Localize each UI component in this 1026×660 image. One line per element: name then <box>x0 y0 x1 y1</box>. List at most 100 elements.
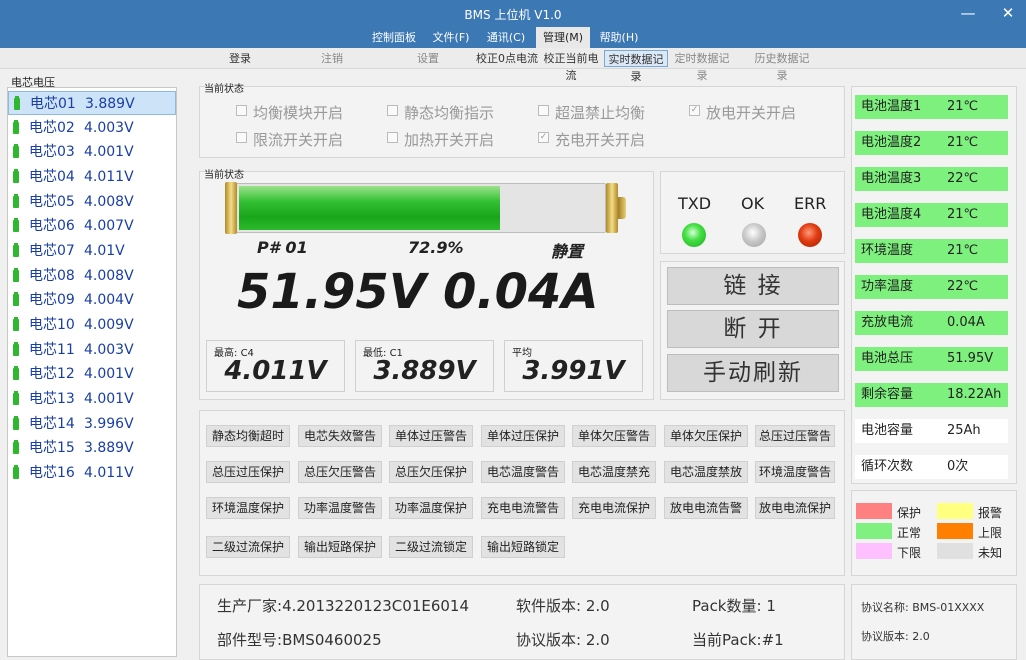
alarm-indicator: 总压过压警告 <box>755 425 835 447</box>
battery-icon <box>13 268 19 282</box>
soc-value: 72.9% <box>408 238 464 257</box>
min-cell-box: 最低: C1 3.889V <box>355 340 494 392</box>
battery-icon <box>13 416 19 430</box>
alarm-indicator: 充电电流警告 <box>481 497 565 519</box>
txd-led-icon <box>682 223 706 247</box>
list-item[interactable]: 电芯07 4.01V <box>8 239 176 263</box>
list-item[interactable]: 电芯13 4.001V <box>8 387 176 411</box>
cell-voltage: 4.01V <box>84 243 125 259</box>
reading-row: 电池容量 25Ah <box>855 419 1008 443</box>
reading-label: 充放电流 <box>861 315 914 330</box>
pack-count-info: Pack数量: 1 <box>692 597 776 615</box>
protocol-group <box>851 584 1017 660</box>
list-item[interactable]: 电芯14 3.996V <box>8 412 176 436</box>
list-item[interactable]: 电芯09 4.004V <box>8 288 176 312</box>
battery-icon <box>13 342 19 356</box>
alarm-indicator: 充电电流保护 <box>572 497 656 519</box>
history-record-button[interactable]: 历史数据记录 <box>750 50 814 82</box>
cell-voltage-list[interactable]: 电芯01 3.889V 电芯02 4.003V 电芯03 4.001V 电芯04 4.0… <box>7 87 177 657</box>
list-item[interactable]: 电芯01 3.889V <box>8 91 176 115</box>
alarm-indicator: 电芯温度禁充 <box>572 461 656 483</box>
max-cell-value: 4.011V <box>224 356 327 386</box>
alarm-indicator: 总压欠压保护 <box>389 461 473 483</box>
reading-row: 电池总压 51.95V <box>855 347 1008 371</box>
cell-name: 电芯01 <box>30 96 76 112</box>
alarm-indicator: 输出短路保护 <box>298 536 382 558</box>
list-item[interactable]: 电芯03 4.001V <box>8 140 176 164</box>
alarm-indicator: 放电电流告警 <box>664 497 748 519</box>
zero-current-calibrate-button[interactable]: 校正0点电流 <box>475 50 539 67</box>
menu-manage[interactable]: 管理(M) <box>536 27 590 48</box>
battery-cap-left <box>225 182 237 234</box>
reading-value: 21℃ <box>947 207 979 222</box>
alarm-indicator: 电芯失效警告 <box>298 425 382 447</box>
list-item[interactable]: 电芯15 3.889V <box>8 436 176 460</box>
cell-voltage: 4.008V <box>84 194 134 210</box>
alarm-indicator: 二级过流保护 <box>206 536 290 558</box>
list-item[interactable]: 电芯12 4.001V <box>8 362 176 386</box>
connect-button[interactable]: 链 接 <box>667 267 839 305</box>
login-button[interactable]: 登录 <box>218 50 262 67</box>
reading-row: 电池温度3 22℃ <box>855 167 1008 191</box>
legend-swatch <box>856 543 892 559</box>
battery-icon <box>13 317 19 331</box>
logout-button[interactable]: 注销 <box>310 50 354 67</box>
settings-button[interactable]: 设置 <box>406 50 450 67</box>
reading-label: 电池温度1 <box>861 99 922 114</box>
battery-icon <box>13 169 19 183</box>
realtime-record-button[interactable]: 实时数据记录 <box>604 50 668 83</box>
menu-control-panel[interactable]: 控制面板 <box>365 27 423 48</box>
reading-value: 0.04A <box>947 315 985 330</box>
reading-label: 剩余容量 <box>861 387 914 402</box>
current-calibrate-button[interactable]: 校正当前电流 <box>539 50 603 82</box>
list-item[interactable]: 电芯08 4.008V <box>8 264 176 288</box>
manual-refresh-button[interactable]: 手动刷新 <box>667 354 839 392</box>
checkbox-label: 超温禁止均衡 <box>555 104 646 122</box>
reading-value: 25Ah <box>947 423 981 438</box>
reading-row: 功率温度 22℃ <box>855 275 1008 299</box>
reading-value: 18.22Ah <box>947 387 1002 402</box>
cell-name: 电芯04 <box>29 169 75 185</box>
pack-status-label: 当前状态 <box>204 170 244 181</box>
menu-comm[interactable]: 通讯(C) <box>482 27 530 48</box>
protocol-version: 协议版本: 2.0 <box>861 630 930 643</box>
menu-help[interactable]: 帮助(H) <box>594 27 644 48</box>
disconnect-button[interactable]: 断 开 <box>667 310 839 348</box>
battery-icon <box>13 218 19 232</box>
cell-name: 电芯05 <box>29 194 75 210</box>
list-item[interactable]: 电芯02 4.003V <box>8 116 176 140</box>
toolbar: 登录 注销 设置 校正0点电流 校正当前电流 实时数据记录 定时数据记录 历史数… <box>0 48 1026 83</box>
list-item[interactable]: 电芯10 4.009V <box>8 313 176 337</box>
battery-icon <box>14 96 20 110</box>
reading-label: 电池容量 <box>861 423 914 438</box>
legend-label: 下限 <box>897 546 922 560</box>
total-voltage: 51.95V <box>237 264 426 320</box>
list-item[interactable]: 电芯05 4.008V <box>8 190 176 214</box>
pack-id: P# 01 <box>257 238 308 257</box>
checkbox-box <box>387 132 398 143</box>
cell-name: 电芯06 <box>29 218 75 234</box>
battery-icon <box>13 120 19 134</box>
reading-row: 电池温度1 21℃ <box>855 95 1008 119</box>
cell-voltage: 3.996V <box>84 416 134 432</box>
legend-label: 保护 <box>897 506 922 520</box>
alarm-indicator: 单体过压保护 <box>481 425 565 447</box>
reading-row: 剩余容量 18.22Ah <box>855 383 1008 407</box>
list-item[interactable]: 电芯04 4.011V <box>8 165 176 189</box>
ok-label: OK <box>741 194 765 213</box>
software-version-info: 软件版本: 2.0 <box>516 597 610 615</box>
current-pack-info: 当前Pack:#1 <box>692 631 784 649</box>
menu-file[interactable]: 文件(F) <box>428 27 474 48</box>
list-item[interactable]: 电芯16 4.011V <box>8 461 176 485</box>
close-icon[interactable]: ✕ <box>993 2 1023 24</box>
list-item[interactable]: 电芯11 4.003V <box>8 338 176 362</box>
timed-record-button[interactable]: 定时数据记录 <box>670 50 734 82</box>
list-item[interactable]: 电芯06 4.007V <box>8 214 176 238</box>
battery-icon <box>13 292 19 306</box>
minimize-icon[interactable]: — <box>953 2 983 24</box>
model-info: 部件型号:BMS0460025 <box>217 631 382 649</box>
legend-swatch <box>937 503 973 519</box>
reading-value: 21℃ <box>947 243 979 258</box>
battery-body <box>228 183 606 233</box>
alarm-indicator: 环境温度保护 <box>206 497 290 519</box>
